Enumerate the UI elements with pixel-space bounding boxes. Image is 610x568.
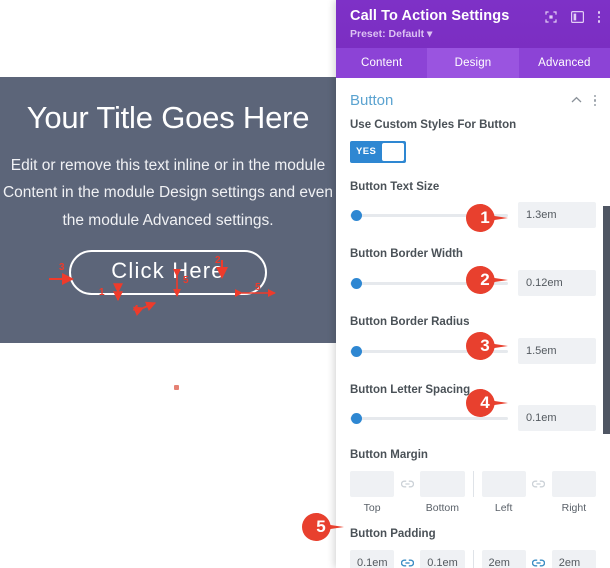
focus-icon[interactable] — [544, 11, 557, 23]
cta-title: Your Title Goes Here — [26, 100, 310, 135]
margin-top-input[interactable] — [350, 471, 395, 498]
button-border-width-input[interactable]: 0.12em — [518, 270, 596, 297]
button-margin-field: Button Margin Top Bottom Left Right — [350, 447, 596, 514]
margin-right-label: Right — [561, 502, 587, 515]
panel-body: Button Use Custom Styles For Button YES … — [336, 78, 610, 568]
cta-module-block: Your Title Goes Here Edit or remove this… — [0, 77, 336, 343]
link-icon[interactable] — [526, 550, 552, 568]
slider-track — [350, 417, 508, 421]
padding-bottom-input[interactable]: 0.1em — [420, 549, 465, 568]
button-border-width-slider[interactable] — [350, 275, 508, 291]
cta-description: Edit or remove this text inline or in th… — [0, 152, 336, 235]
panel-tabs: Content Design Advanced — [336, 48, 610, 78]
padding-right-input[interactable]: 2em — [551, 549, 596, 568]
padding-top-input[interactable]: 0.1em — [350, 549, 395, 568]
link-icon[interactable] — [394, 471, 420, 497]
slider-track — [350, 282, 508, 286]
annotation-number-5-vertical: 5 — [183, 275, 189, 286]
cursor-dot-marker — [174, 385, 179, 390]
button-margin-label: Button Margin — [350, 449, 428, 462]
margin-left-label: Left — [494, 502, 513, 515]
panel-preset-selector[interactable]: Preset: Default ▾ — [350, 28, 596, 40]
button-padding-label: Button Padding — [350, 528, 436, 541]
toggle-state-label: YES — [356, 146, 377, 158]
annotation-number-5-horizontal: 5 — [255, 282, 261, 293]
button-letter-spacing-label: Button Letter Spacing — [350, 383, 471, 396]
button-letter-spacing-slider[interactable] — [350, 410, 508, 426]
button-text-size-slider[interactable] — [350, 207, 508, 223]
annotation-number-1: 1 — [99, 287, 105, 298]
spacing-divider — [472, 471, 474, 498]
module-preview-area: Your Title Goes Here Edit or remove this… — [0, 0, 336, 568]
more-vertical-icon[interactable] — [597, 11, 600, 23]
custom-styles-toggle[interactable]: YES — [350, 140, 406, 163]
button-letter-spacing-field: Button Letter Spacing 0.1em — [350, 382, 596, 432]
button-border-radius-input[interactable]: 1.5em — [518, 337, 596, 364]
slider-knob[interactable] — [351, 345, 362, 357]
button-text-size-input[interactable]: 1.3em — [518, 202, 596, 229]
more-vertical-icon[interactable] — [593, 94, 596, 107]
button-border-radius-label: Button Border Radius — [350, 316, 470, 329]
slider-knob[interactable] — [351, 210, 362, 222]
spacing-divider — [472, 549, 474, 568]
cta-description-line: Content in the module Design settings an… — [2, 184, 334, 202]
button-border-width-field: Button Border Width 0.12em — [350, 246, 596, 297]
button-text-size-field: Button Text Size 1.3em — [350, 179, 596, 229]
button-border-radius-field: Button Border Radius 1.5em — [350, 314, 596, 364]
button-border-width-label: Button Border Width — [350, 248, 463, 261]
cta-description-line: Edit or remove this text inline or in th… — [10, 156, 326, 174]
padding-left-input[interactable]: 2em — [481, 549, 526, 568]
link-icon[interactable] — [526, 471, 552, 497]
cta-description-line: the module Advanced settings. — [62, 211, 274, 229]
margin-bottom-input[interactable] — [420, 471, 465, 498]
chevron-down-icon: ▾ — [427, 28, 433, 41]
button-section-header[interactable]: Button — [350, 78, 596, 115]
button-border-radius-slider[interactable] — [350, 343, 508, 359]
panel-scrollbar[interactable] — [603, 206, 610, 434]
custom-styles-field: Use Custom Styles For Button YES — [350, 117, 596, 163]
panel-header: Call To Action Settings Preset: Default … — [336, 0, 610, 48]
link-icon[interactable] — [394, 550, 420, 568]
margin-top-label: Top — [363, 502, 381, 515]
slider-track — [350, 349, 508, 353]
slider-knob[interactable] — [351, 413, 362, 425]
chevron-up-icon[interactable] — [571, 94, 582, 106]
toggle-knob — [382, 142, 404, 161]
margin-right-input[interactable] — [551, 471, 596, 498]
custom-styles-label: Use Custom Styles For Button — [350, 119, 517, 131]
button-text-size-label: Button Text Size — [350, 180, 440, 193]
slider-knob[interactable] — [351, 278, 362, 290]
margin-left-input[interactable] — [481, 471, 526, 498]
tab-advanced[interactable]: Advanced — [519, 48, 610, 78]
layout-icon[interactable] — [570, 11, 584, 23]
tab-design[interactable]: Design — [427, 48, 519, 78]
button-section-title: Button — [350, 92, 394, 109]
button-letter-spacing-input[interactable]: 0.1em — [518, 405, 596, 432]
annotation-number-2: 2 — [215, 255, 221, 266]
annotation-number-4: 4 — [133, 304, 139, 315]
call-to-action-settings-panel: Call To Action Settings Preset: Default … — [336, 0, 610, 568]
annotation-number-3: 3 — [59, 262, 65, 273]
margin-bottom-label: Bottom — [425, 502, 459, 515]
tab-content[interactable]: Content — [336, 48, 427, 78]
panel-preset-label: Preset: Default — [350, 28, 425, 41]
slider-track — [350, 214, 508, 218]
button-padding-field: Button Padding 0.1em Top — [350, 526, 596, 568]
